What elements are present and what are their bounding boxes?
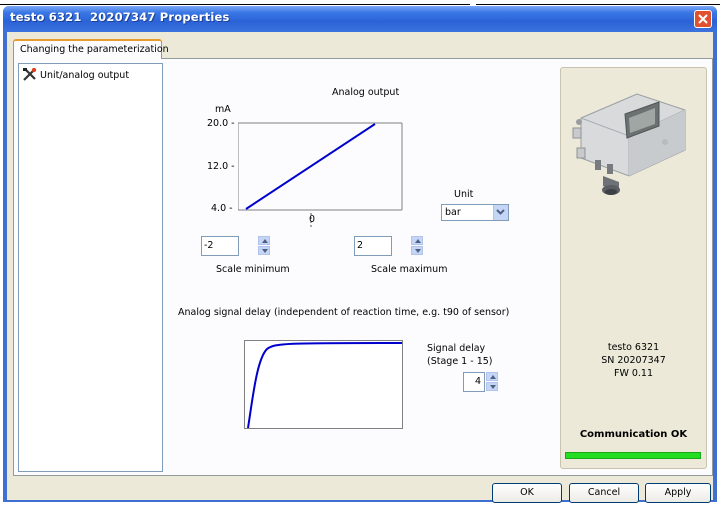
communication-status: Communication OK — [579, 429, 688, 440]
settings-tree: Unit/analog output — [18, 63, 163, 472]
apply-button[interactable]: Apply — [645, 483, 711, 503]
ok-button[interactable]: OK — [492, 483, 562, 503]
unit-dropdown-button[interactable] — [493, 205, 508, 220]
scale-minimum-label: Scale minimum — [216, 264, 290, 275]
signal-delay-chart — [244, 340, 403, 429]
close-button[interactable] — [694, 10, 712, 28]
window-title: testo 6321 20207347 Properties — [10, 10, 230, 24]
spin-down-button[interactable] — [258, 246, 270, 255]
device-firmware: FW 0.11 — [613, 368, 654, 379]
unit-select[interactable]: bar — [441, 204, 509, 221]
signal-delay-label: Signal delay — [427, 343, 486, 354]
arrow-up-icon — [490, 375, 496, 379]
cancel-button[interactable]: Cancel — [569, 483, 639, 503]
device-info-text: testo 6321 SN 20207347 FW 0.11 — [560, 341, 707, 380]
scale-minimum-input[interactable]: -2 — [201, 236, 239, 256]
arrow-down-icon — [490, 385, 496, 389]
y-axis-unit: mA — [215, 104, 231, 115]
signal-delay-input[interactable]: 4 — [463, 372, 485, 392]
tab-label: Changing the parameterization — [20, 44, 169, 55]
spin-up-button[interactable] — [258, 236, 270, 245]
signal-delay-section-title: Analog signal delay (independent of reac… — [178, 307, 510, 318]
y-tick-label: 4.0 - — [211, 203, 233, 214]
communication-status-bar — [565, 452, 701, 459]
analog-output-line — [245, 123, 376, 210]
tools-icon — [23, 67, 37, 81]
unit-label: Unit — [454, 189, 474, 200]
scale-maximum-input[interactable]: 2 — [354, 236, 392, 256]
device-serial: SN 20207347 — [601, 355, 666, 366]
signal-delay-curve — [247, 342, 403, 429]
arrow-down-icon — [262, 249, 268, 253]
scale-maximum-label: Scale maximum — [371, 264, 448, 275]
x-mid-tick-label: 0 — [309, 214, 316, 225]
tree-item-label: Unit/analog output — [40, 70, 130, 81]
spin-up-button[interactable] — [411, 236, 423, 245]
signal-delay-range-label: (Stage 1 - 15) — [427, 356, 493, 367]
signal-delay-spinner[interactable] — [486, 372, 498, 392]
y-tick-label: 20.0 - — [207, 118, 235, 129]
page-top-rule — [0, 0, 720, 5]
arrow-up-icon — [262, 239, 268, 243]
spin-up-button[interactable] — [486, 372, 498, 381]
spin-down-button[interactable] — [411, 246, 423, 255]
close-icon — [698, 14, 708, 24]
device-model: testo 6321 — [607, 342, 660, 353]
tab-changing-parameterization[interactable]: Changing the parameterization — [13, 39, 169, 59]
analog-output-title: Analog output — [332, 87, 400, 98]
tree-item-unit-analog-output[interactable]: Unit/analog output — [23, 67, 130, 81]
scale-minimum-spinner[interactable] — [258, 236, 270, 256]
analog-output-chart — [238, 122, 403, 229]
spin-down-button[interactable] — [486, 382, 498, 391]
device-image — [572, 93, 686, 195]
chevron-down-icon — [496, 209, 505, 215]
arrow-up-icon — [415, 239, 421, 243]
arrow-down-icon — [415, 249, 421, 253]
scale-maximum-spinner[interactable] — [411, 236, 423, 256]
unit-selected-value: bar — [445, 207, 461, 218]
y-tick-label: 12.0 - — [207, 161, 235, 172]
